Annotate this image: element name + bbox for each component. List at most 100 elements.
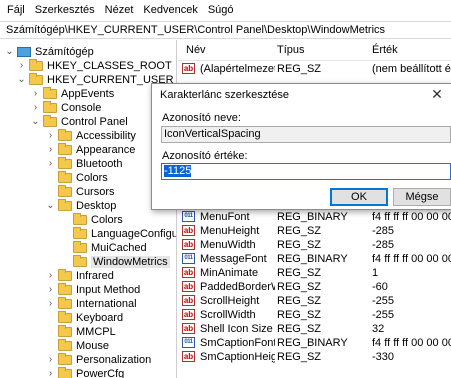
tree-item-label: Accessibility bbox=[76, 129, 136, 142]
value-data-input[interactable]: -1125 bbox=[161, 163, 451, 180]
folder-icon bbox=[43, 114, 57, 127]
folder-icon bbox=[58, 282, 72, 295]
tree-item-hkcr[interactable]: › HKEY_CLASSES_ROOT bbox=[16, 58, 172, 73]
chevron-right-icon[interactable]: › bbox=[16, 60, 27, 71]
chevron-right-icon[interactable]: › bbox=[45, 354, 56, 365]
tree-item-accessibility[interactable]: › Accessibility bbox=[45, 128, 136, 143]
row-name: ScrollHeight bbox=[200, 295, 260, 307]
tree-item-desktop-colors[interactable]: Colors bbox=[60, 212, 123, 227]
folder-icon bbox=[58, 184, 72, 197]
cancel-button[interactable]: Mégse bbox=[393, 188, 451, 206]
chevron-right-icon[interactable]: › bbox=[45, 284, 56, 295]
table-row[interactable]: ab MenuHeight REG_SZ -285 bbox=[178, 224, 451, 239]
row-type: REG_SZ bbox=[277, 63, 322, 75]
chevron-right-icon[interactable]: › bbox=[30, 88, 41, 99]
tree-item-label: MuiCached bbox=[91, 241, 147, 254]
tree-item-infrared[interactable]: › Infrared bbox=[45, 268, 114, 283]
menu-edit[interactable]: Szerkesztés bbox=[35, 4, 95, 16]
selected-text: -1125 bbox=[164, 165, 192, 177]
string-value-icon: ab bbox=[182, 239, 195, 250]
chevron-right-icon[interactable]: › bbox=[45, 270, 56, 281]
binary-value-icon: 011 bbox=[182, 253, 195, 264]
table-row[interactable]: ab ScrollHeight REG_SZ -255 bbox=[178, 294, 451, 309]
chevron-right-icon[interactable]: › bbox=[30, 102, 41, 113]
address-bar[interactable]: Számítógép\HKEY_CURRENT_USER\Control Pan… bbox=[0, 21, 451, 39]
row-type: REG_SZ bbox=[277, 239, 322, 251]
tree-item-languageconfig[interactable]: LanguageConfigu bbox=[60, 226, 176, 241]
row-type: REG_SZ bbox=[277, 295, 322, 307]
tree-item-mmcpl[interactable]: MMCPL bbox=[45, 324, 116, 339]
tree-item-appevents[interactable]: › AppEvents bbox=[30, 86, 114, 101]
table-row[interactable]: ab MenuWidth REG_SZ -285 bbox=[178, 238, 451, 253]
chevron-down-icon[interactable]: ⌄ bbox=[45, 200, 56, 211]
row-name: SmCaptionHeight bbox=[200, 351, 275, 363]
tree-item-input-method[interactable]: › Input Method bbox=[45, 282, 140, 297]
chevron-right-icon[interactable]: › bbox=[45, 158, 56, 169]
ok-button[interactable]: OK bbox=[330, 188, 388, 206]
folder-icon bbox=[58, 198, 72, 211]
table-row[interactable]: 011 MenuFont REG_BINARY f4 ff ff ff 00 0… bbox=[178, 210, 451, 225]
close-icon[interactable]: ✕ bbox=[428, 85, 446, 103]
tree-item-bluetooth[interactable]: › Bluetooth bbox=[45, 156, 122, 171]
tree-item-hkcu[interactable]: ⌄ HKEY_CURRENT_USER bbox=[16, 72, 174, 87]
column-header-value[interactable]: Érték bbox=[372, 44, 398, 56]
tree-item-computer[interactable]: ⌄ Számítógép bbox=[4, 44, 93, 59]
tree-item-powercfg[interactable]: › PowerCfg bbox=[45, 366, 124, 378]
folder-icon bbox=[73, 254, 87, 267]
tree-item-control-panel[interactable]: ⌄ Control Panel bbox=[30, 114, 128, 129]
tree-item-personalization[interactable]: › Personalization bbox=[45, 352, 151, 367]
tree-item-label: Appearance bbox=[76, 143, 136, 156]
row-name: MessageFont bbox=[200, 253, 267, 265]
folder-icon bbox=[73, 240, 87, 253]
tree-item-windowmetrics[interactable]: WindowMetrics bbox=[60, 254, 170, 269]
folder-icon bbox=[58, 352, 72, 365]
menu-help[interactable]: Súgó bbox=[208, 4, 234, 16]
row-name: MenuHeight bbox=[200, 225, 260, 237]
row-value: -255 bbox=[372, 309, 395, 321]
tree-item-label: AppEvents bbox=[61, 87, 115, 100]
folder-icon bbox=[58, 268, 72, 281]
table-row[interactable]: ab SmCaptionHeight REG_SZ -330 bbox=[178, 350, 451, 365]
menu-favorites[interactable]: Kedvencek bbox=[143, 4, 197, 16]
menu-bar: Fájl Szerkesztés Nézet Kedvencek Súgó bbox=[0, 0, 451, 20]
row-value: f4 ff ff ff 00 00 00 0 bbox=[372, 253, 451, 265]
menu-file[interactable]: Fájl bbox=[7, 4, 25, 16]
chevron-right-icon[interactable]: › bbox=[45, 130, 56, 141]
table-row[interactable]: ab MinAnimate REG_SZ 1 bbox=[178, 266, 451, 281]
tree-item-console[interactable]: › Console bbox=[30, 100, 101, 115]
tree-item-mouse[interactable]: Mouse bbox=[45, 338, 109, 353]
tree-item-appearance[interactable]: › Appearance bbox=[45, 142, 135, 157]
chevron-right-icon[interactable]: › bbox=[45, 298, 56, 309]
tree-item-label: Control Panel bbox=[61, 115, 128, 128]
tree-item-muicached[interactable]: MuiCached bbox=[60, 240, 147, 255]
folder-icon bbox=[58, 128, 72, 141]
row-value: -285 bbox=[372, 239, 395, 251]
table-row[interactable]: ab (Alapértelmezett) REG_SZ (nem beállít… bbox=[178, 62, 451, 77]
tree-item-label: WindowMetrics bbox=[91, 255, 170, 268]
chevron-right-icon[interactable]: › bbox=[45, 368, 56, 378]
row-type: REG_SZ bbox=[277, 351, 322, 363]
column-header-name[interactable]: Név bbox=[186, 44, 206, 56]
table-row[interactable]: ab Shell Icon Size REG_SZ 32 bbox=[178, 322, 451, 337]
folder-icon bbox=[58, 324, 72, 337]
table-row[interactable]: ab PaddedBorderW... REG_SZ -60 bbox=[178, 280, 451, 295]
folder-icon bbox=[58, 310, 72, 323]
table-row[interactable]: 011 MessageFont REG_BINARY f4 ff ff ff 0… bbox=[178, 252, 451, 267]
row-value: 1 bbox=[372, 267, 379, 279]
table-row[interactable]: 011 SmCaptionFont REG_BINARY f4 ff ff ff… bbox=[178, 336, 451, 351]
tree-item-colors[interactable]: Colors bbox=[45, 170, 108, 185]
chevron-down-icon[interactable]: ⌄ bbox=[16, 74, 27, 85]
row-name: MinAnimate bbox=[200, 267, 259, 279]
table-row[interactable]: ab ScrollWidth REG_SZ -255 bbox=[178, 308, 451, 323]
value-name-label: Azonosító neve: bbox=[162, 112, 241, 124]
chevron-down-icon[interactable]: ⌄ bbox=[4, 46, 15, 57]
tree-item-keyboard[interactable]: Keyboard bbox=[45, 310, 123, 325]
chevron-right-icon[interactable]: › bbox=[45, 144, 56, 155]
tree-item-label: PowerCfg bbox=[76, 367, 125, 378]
tree-item-desktop[interactable]: ⌄ Desktop bbox=[45, 198, 116, 213]
chevron-down-icon[interactable]: ⌄ bbox=[30, 116, 41, 127]
tree-item-cursors[interactable]: Cursors bbox=[45, 184, 115, 199]
tree-item-international[interactable]: › International bbox=[45, 296, 137, 311]
column-header-type[interactable]: Típus bbox=[277, 44, 305, 56]
menu-view[interactable]: Nézet bbox=[105, 4, 134, 16]
